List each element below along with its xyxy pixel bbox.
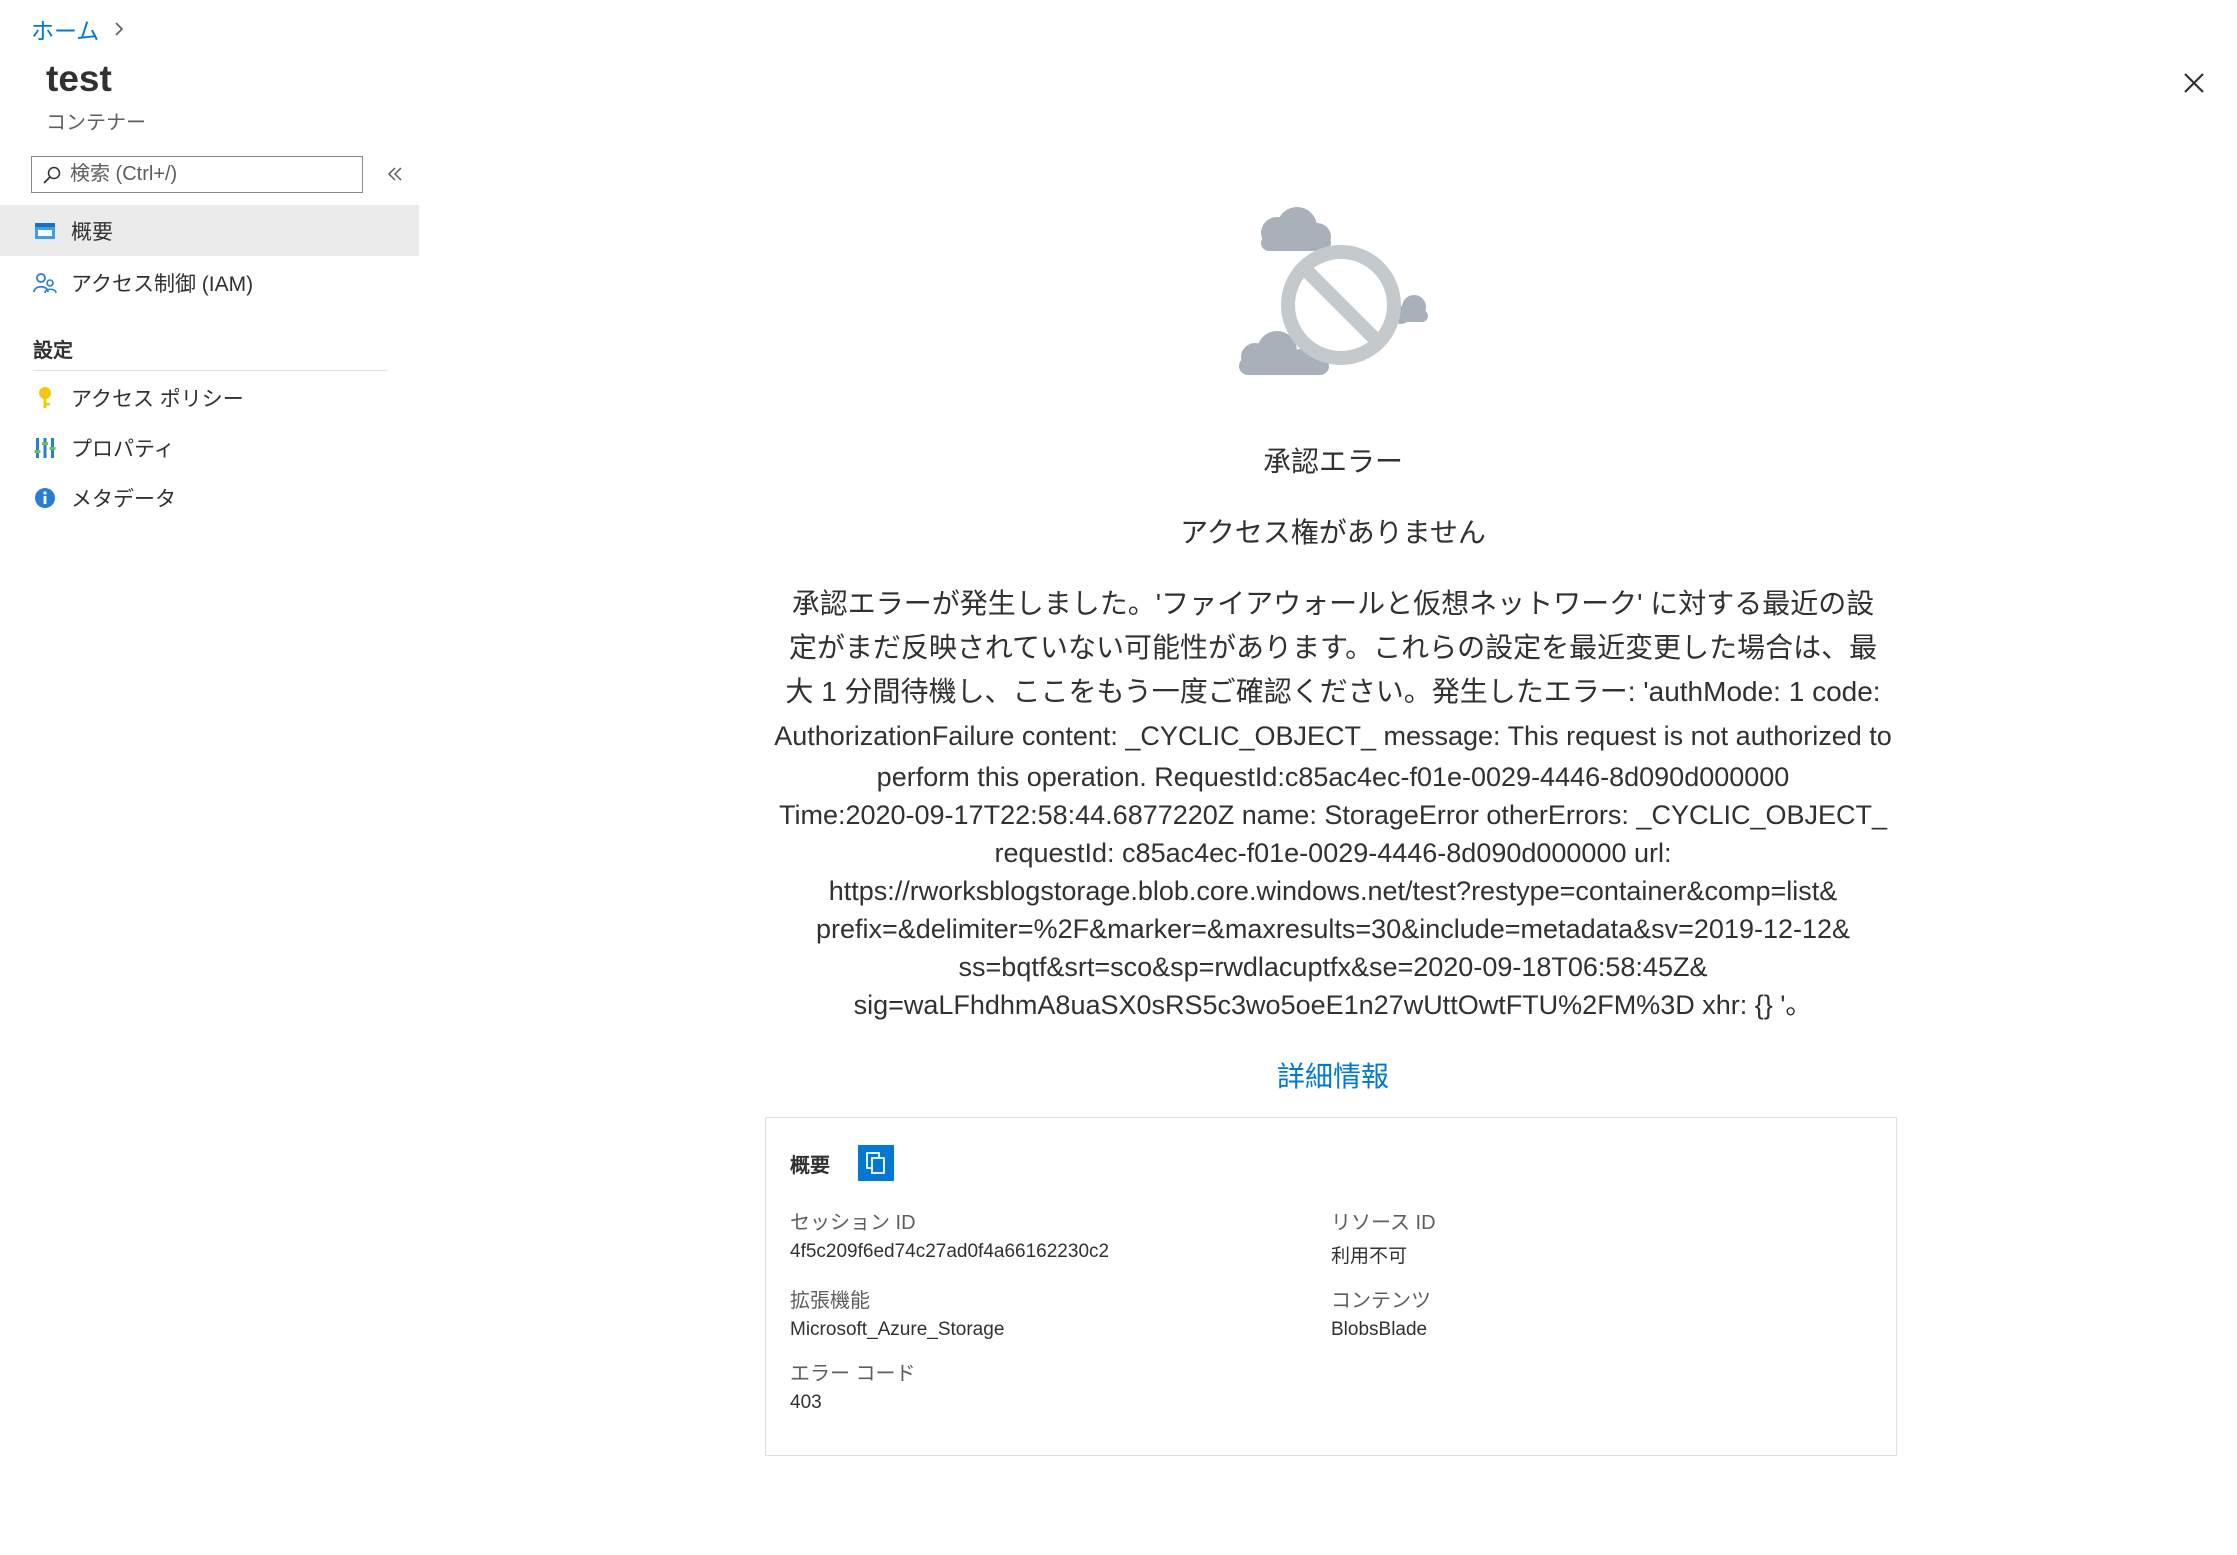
sidebar-item-label: メタデータ: [71, 487, 176, 511]
field-label: セッション ID: [790, 1212, 916, 1234]
more-info-link-wrap: 詳細情報: [763, 1055, 1903, 1095]
info-icon: [33, 486, 57, 510]
people-icon: [33, 271, 57, 295]
search-icon: [43, 166, 61, 184]
summary-title: 概要: [790, 1154, 830, 1177]
sidebar-item-access-policy[interactable]: アクセス ポリシー: [0, 372, 419, 423]
error-message-line: ss=bqtf&srt=sco&sp=rwdlacuptfx&se=2020-0…: [958, 952, 1708, 982]
error-message-line: perform this operation. RequestId:c85ac4…: [876, 762, 1790, 792]
sidebar-section-settings: 設定: [33, 340, 73, 362]
no-access-cloud-icon: [1239, 207, 1428, 375]
field-resource-id: リソース ID 利用不可: [1331, 1206, 1436, 1268]
page-subtitle: コンテナー: [46, 112, 146, 134]
error-message-line: 定がまだ反映されていない可能性があります。これらの設定を最近変更した場合は、最: [788, 632, 1878, 663]
error-title: 承認エラー: [1262, 446, 1403, 477]
properties-icon: [33, 436, 57, 460]
page-title: test: [46, 58, 112, 99]
copy-button[interactable]: [858, 1145, 894, 1181]
sidebar-item-iam[interactable]: アクセス制御 (IAM): [0, 257, 419, 308]
field-error-code: エラー コード 403: [790, 1357, 916, 1414]
sidebar-item-metadata[interactable]: メタデータ: [0, 472, 419, 523]
sidebar-item-properties[interactable]: プロパティ: [0, 422, 419, 473]
field-content: コンテンツ BlobsBlade: [1331, 1284, 1431, 1341]
key-icon: [33, 386, 57, 410]
field-value: 4f5c209f6ed74c27ad0f4a66162230c2: [790, 1241, 1110, 1262]
error-subtitle: アクセス権がありません: [1180, 517, 1486, 548]
search-input[interactable]: [68, 162, 352, 187]
field-label: リソース ID: [1331, 1212, 1436, 1234]
sidebar-item-label: アクセス ポリシー: [71, 387, 244, 411]
error-summary-card: 概要 セッション ID 4f5c209f6ed74c27ad0f4a661622…: [765, 1117, 1897, 1456]
sidebar-item-label: プロパティ: [71, 437, 175, 461]
sidebar-item-overview[interactable]: 概要: [0, 205, 419, 256]
field-label: エラー コード: [790, 1363, 916, 1385]
error-message-line: 承認エラーが発生しました。'ファイアウォールと仮想ネットワーク' に対する最近の…: [791, 588, 1875, 619]
error-message-line: sig=waLFhdhmA8uaSX0sRS5c3wo5oeE1n27wUttO…: [853, 990, 1813, 1020]
field-label: 拡張機能: [790, 1290, 870, 1312]
sidebar-item-label: アクセス制御 (IAM): [71, 272, 254, 296]
field-session-id: セッション ID 4f5c209f6ed74c27ad0f4a66162230c…: [790, 1206, 1109, 1263]
summary-header: 概要: [790, 1145, 894, 1181]
field-label: コンテンツ: [1331, 1290, 1431, 1312]
field-value: 利用不可: [1331, 1246, 1408, 1267]
search-box: [31, 156, 363, 193]
field-value: Microsoft_Azure_Storage: [790, 1319, 1005, 1340]
copy-icon: [866, 1152, 885, 1174]
error-message-line: AuthorizationFailure content: _CYCLIC_OB…: [774, 721, 1892, 751]
sidebar-item-label: 概要: [71, 220, 113, 244]
overview-icon: [33, 219, 57, 243]
error-message-line: https://rworksblogstorage.blob.core.wind…: [828, 876, 1838, 906]
error-message-line: prefix=&delimiter=%2F&marker=&maxresults…: [815, 914, 1851, 944]
close-icon[interactable]: [2177, 66, 2211, 100]
breadcrumb-home-link[interactable]: ホーム: [31, 12, 99, 46]
field-value: 403: [790, 1392, 822, 1413]
breadcrumb: ホーム: [31, 12, 127, 46]
divider: [33, 370, 387, 371]
error-message: 承認エラーが発生しました。'ファイアウォールと仮想ネットワーク' に対する最近の…: [763, 582, 1903, 1024]
error-message-line: 大 1 分間待機し、ここをもう一度ご確認ください。発生したエラー: 'authM…: [785, 676, 1881, 707]
chevron-right-icon: [115, 22, 124, 36]
field-value: BlobsBlade: [1331, 1319, 1428, 1340]
field-extension: 拡張機能 Microsoft_Azure_Storage: [790, 1284, 1004, 1341]
error-message-line: requestId: c85ac4ec-f01e-0029-4446-8d090…: [994, 838, 1672, 868]
more-info-link[interactable]: 詳細情報: [1277, 1061, 1389, 1092]
collapse-sidebar-icon[interactable]: [385, 164, 405, 184]
error-message-line: Time:2020-09-17T22:58:44.6877220Z name: …: [778, 800, 1888, 830]
